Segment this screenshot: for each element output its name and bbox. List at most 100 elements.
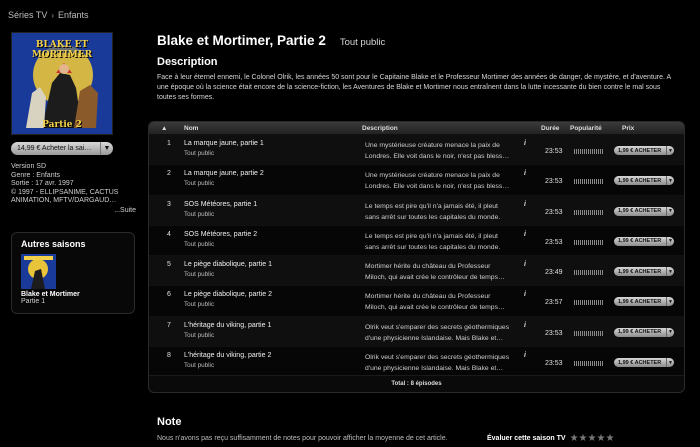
description-text: Face à leur éternel ennemi, le Colonel O… (157, 74, 671, 101)
chevron-down-icon[interactable]: ▼ (666, 146, 674, 155)
popularity-bar (574, 361, 604, 367)
buy-episode-button[interactable]: 1,99 € ACHETER ▼ (614, 297, 674, 307)
episode-description: Une mystérieuse créature menace la paix … (365, 142, 510, 160)
episode-name[interactable]: L'héritage du viking, partie 1 (184, 322, 271, 329)
episode-number: 6 (167, 291, 171, 299)
buy-episode-button[interactable]: 1,99 € ACHETER ▼ (614, 176, 674, 186)
episode-rating: Tout public (184, 210, 215, 218)
other-seasons-heading: Autres saisons (21, 239, 86, 249)
buy-episode-label: 1,99 € ACHETER (618, 177, 662, 184)
other-seasons-panel: Autres saisons Blake et Mortimer Partie … (11, 232, 135, 314)
episode-description: Olrik veut s'emparer des secrets géother… (365, 354, 510, 373)
info-icon[interactable]: i (524, 140, 526, 147)
table-row[interactable]: 8 L'héritage du viking, partie 2 Tout publ… (149, 346, 684, 377)
buy-episode-label: 1,99 € ACHETER (618, 359, 662, 366)
version-text: Version SD (11, 163, 47, 170)
header-name[interactable]: Nom (184, 125, 198, 132)
table-row[interactable]: 6 Le piège diabolique, partie 2 Tout publi… (149, 285, 684, 316)
episode-name[interactable]: Le piège diabolique, partie 1 (184, 261, 272, 268)
buy-episode-button[interactable]: 1,99 € ACHETER ▼ (614, 206, 674, 216)
table-row[interactable]: 4 SOS Météores, partie 2 Tout public Le tem… (149, 224, 684, 256)
buy-season-label: 14,99 € Acheter la sai… (17, 145, 92, 152)
episode-rating: Tout public (184, 271, 215, 279)
episode-description: Une mystérieuse créature menace la paix … (365, 172, 510, 191)
rate-season-label: Évaluer cette saison TV (487, 435, 566, 442)
buy-episode-button[interactable]: 1,99 € ACHETER ▼ (614, 267, 674, 277)
rate-season: Évaluer cette saison TV ★★★★★ (487, 433, 614, 444)
rating-label: Tout public (339, 37, 386, 48)
chevron-down-icon[interactable]: ▼ (100, 142, 113, 155)
popularity-bar (574, 209, 604, 215)
season-meta: Version SD Genre : Enfants Sortie : 17 a… (11, 163, 141, 216)
other-season-title[interactable]: Blake et Mortimer (21, 291, 125, 298)
other-season-cover[interactable] (21, 254, 56, 289)
chevron-down-icon[interactable]: ▼ (666, 358, 674, 368)
popularity-bar (574, 149, 604, 154)
sort-arrow-icon[interactable]: ▲ (161, 125, 167, 132)
episode-name[interactable]: L'héritage du viking, partie 2 (184, 352, 271, 359)
table-row[interactable]: 7 L'héritage du viking, partie 1 Tout publ… (149, 315, 684, 347)
info-icon[interactable]: i (524, 201, 526, 208)
episode-number: 2 (167, 170, 171, 178)
episode-name[interactable]: SOS Météores, partie 1 (184, 201, 257, 208)
header-price[interactable]: Prix (622, 125, 634, 132)
episode-description: Olrik veut s'emparer des secrets géother… (365, 323, 510, 342)
episode-number: 8 (167, 352, 171, 360)
chevron-down-icon[interactable]: ▼ (666, 176, 674, 186)
episode-description: Le temps est pire qu'il n'a jamais été, … (365, 202, 501, 221)
episode-number: 3 (167, 200, 171, 208)
episode-name[interactable]: Le piège diabolique, partie 2 (184, 291, 272, 298)
episode-name[interactable]: SOS Météores, partie 2 (184, 231, 257, 238)
buy-episode-button[interactable]: 1,99 € ACHETER ▼ (614, 327, 674, 337)
table-row[interactable]: 2 La marque jaune, partie 2 Tout public Une… (149, 164, 684, 195)
episode-description: Mortimer hérite du château du Professeur… (365, 263, 505, 282)
info-icon[interactable]: i (524, 322, 526, 329)
genre-text: Genre : Enfants (11, 171, 61, 179)
cover-part-label: Partie 2 (42, 120, 82, 130)
buy-episode-label: 1,99 € ACHETER (618, 298, 662, 305)
chevron-down-icon[interactable]: ▼ (666, 206, 674, 216)
buy-episode-button[interactable]: 1,99 € ACHETER ▼ (614, 236, 674, 246)
breadcrumb-item-enfants[interactable]: Enfants (58, 10, 89, 20)
buy-season-button[interactable]: 14,99 € Acheter la sai… ▼ (11, 142, 113, 155)
season-cover-art: BLAKE ET MORTIMER Partie 2 (11, 32, 113, 135)
buy-episode-label: 1,99 € ACHETER (618, 208, 662, 215)
episode-number: 7 (167, 321, 171, 329)
episode-rating: Tout public (184, 180, 215, 188)
table-row[interactable]: 5 Le piège diabolique, partie 1 Tout publi… (149, 255, 684, 286)
page-title: Blake et Mortimer, Partie 2 (157, 33, 326, 48)
more-link[interactable]: ...Suite (11, 207, 136, 216)
buy-episode-button[interactable]: 1,99 € ACHETER ▼ (614, 146, 674, 155)
chevron-down-icon[interactable]: ▼ (666, 297, 674, 307)
buy-episode-label: 1,99 € ACHETER (618, 238, 662, 245)
episode-name[interactable]: La marque jaune, partie 2 (184, 170, 264, 177)
header-duration[interactable]: Durée (541, 125, 559, 132)
info-icon[interactable]: i (524, 231, 526, 238)
breadcrumb-item-series[interactable]: Séries TV (8, 10, 47, 20)
title-row: Blake et Mortimer, Partie 2 Tout public (157, 33, 385, 48)
buy-episode-button[interactable]: 1,99 € ACHETER ▼ (614, 358, 674, 368)
popularity-bar (574, 330, 604, 336)
info-icon[interactable]: i (524, 261, 526, 268)
chevron-down-icon[interactable]: ▼ (666, 267, 674, 277)
episode-duration: 23:53 (545, 360, 563, 368)
release-text: Sortie : 17 avr. 1997 (11, 180, 74, 188)
episode-number: 5 (167, 261, 171, 269)
info-icon[interactable]: i (524, 291, 526, 298)
episode-name[interactable]: La marque jaune, partie 1 (184, 140, 264, 147)
header-popularity[interactable]: Popularité (570, 125, 602, 132)
chevron-down-icon[interactable]: ▼ (666, 327, 674, 337)
table-row[interactable]: 1 La marque jaune, partie 1 Tout public Une… (149, 134, 684, 165)
header-description[interactable]: Description (362, 125, 398, 132)
info-icon[interactable]: i (524, 352, 526, 359)
info-icon[interactable]: i (524, 170, 526, 177)
chevron-down-icon[interactable]: ▼ (666, 236, 674, 246)
table-row[interactable]: 3 SOS Météores, partie 1 Tout public Le tem… (149, 194, 684, 225)
episode-duration: 23:57 (545, 299, 563, 307)
episode-rating: Tout public (184, 301, 215, 309)
episodes-total: Total : 8 épisodes (149, 375, 684, 392)
popularity-bar (574, 270, 604, 276)
chevron-right-icon: › (51, 10, 55, 20)
star-rating-icon[interactable]: ★★★★★ (570, 433, 615, 444)
note-heading: Note (157, 416, 182, 428)
